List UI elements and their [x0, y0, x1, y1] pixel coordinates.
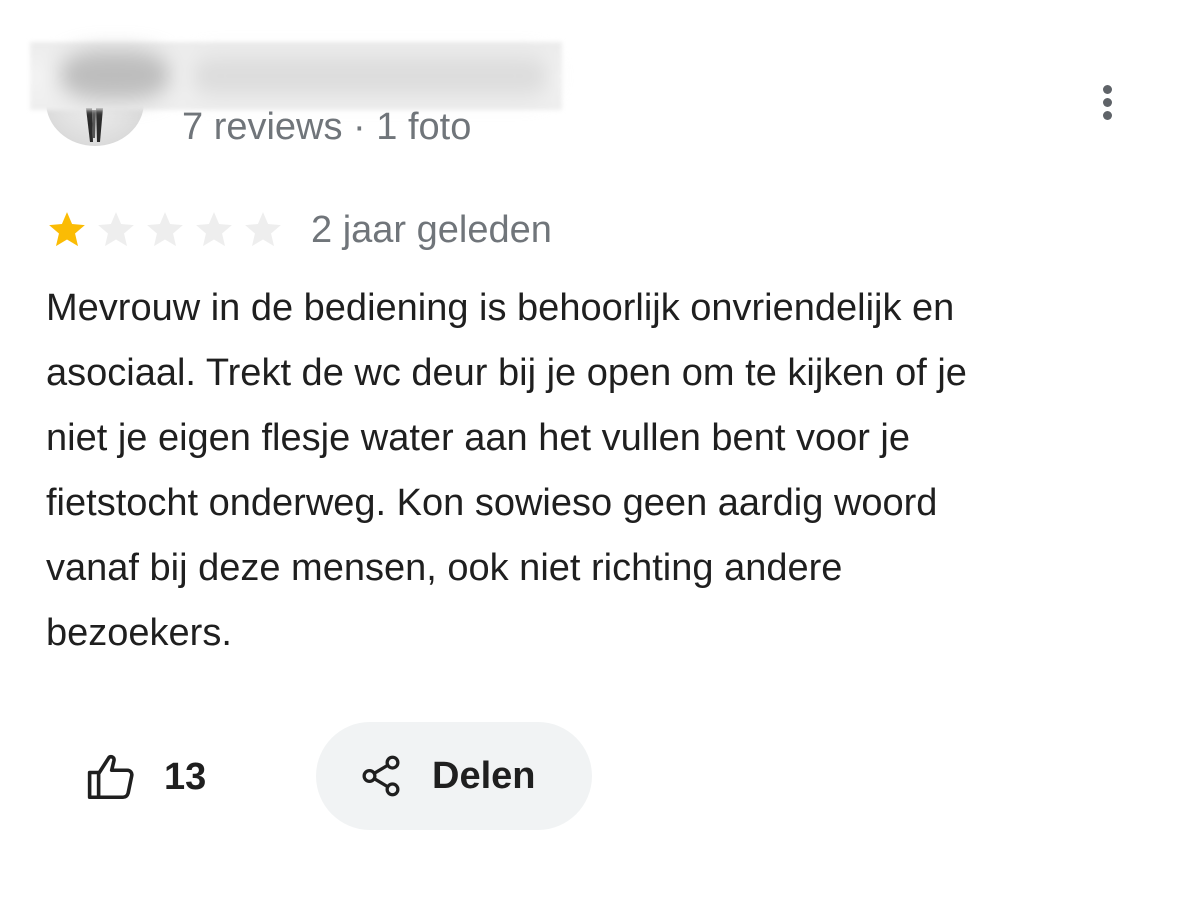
star-empty-icon [147, 212, 183, 247]
star-empty-icon [98, 212, 134, 247]
rating-row: 2 jaar geleden [46, 204, 552, 256]
review-line: niet je eigen flesje water aan het vulle… [46, 417, 910, 459]
review-text: Mevrouw in de bediening is behoorlijk on… [46, 276, 1126, 666]
like-count: 13 [164, 755, 207, 798]
reviewer-name-redacted [30, 42, 562, 110]
review-line: asociaal. Trekt de wc deur bij je open o… [46, 352, 967, 394]
star-empty-icon [245, 212, 281, 247]
review-line: vanaf bij deze mensen, ook niet richting… [46, 547, 843, 589]
star-filled-icon [49, 212, 85, 247]
share-label: Delen [432, 754, 536, 797]
reviewer-meta: 7 reviews · 1 foto [182, 106, 472, 148]
share-icon [362, 755, 400, 797]
star-empty-icon [196, 212, 232, 247]
thumb-up-icon [87, 754, 134, 800]
more-vert-icon [1103, 85, 1112, 94]
like-button[interactable]: 13 [70, 722, 220, 832]
review-line: bezoekers. [46, 612, 232, 654]
avatar-figure-icon [86, 108, 103, 142]
star-rating [46, 209, 291, 251]
review-line: Mevrouw in de bediening is behoorlijk on… [46, 287, 955, 329]
review-date: 2 jaar geleden [311, 208, 552, 251]
more-options-button[interactable] [1088, 78, 1128, 126]
review-line: fietstocht onderweg. Kon sowieso geen aa… [46, 482, 938, 524]
share-button[interactable]: Delen [316, 722, 592, 830]
